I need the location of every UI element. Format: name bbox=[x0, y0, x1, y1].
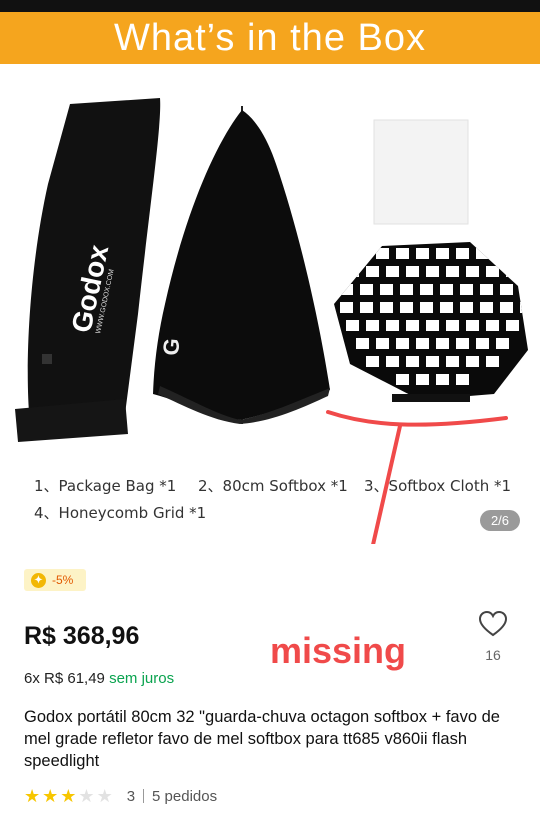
product-image[interactable]: Godox WWW.GODOX.COM G 1、Package Bag *1 2… bbox=[0, 64, 540, 616]
package-bag-illustration: Godox WWW.GODOX.COM bbox=[15, 98, 161, 442]
rating-divider bbox=[143, 788, 145, 803]
image-counter: 2/6 bbox=[480, 510, 520, 531]
star-empty-icon: ★ bbox=[96, 786, 113, 806]
banner-title: What’s in the Box bbox=[113, 16, 426, 59]
star-empty-icon: ★ bbox=[78, 786, 95, 806]
rating-row[interactable]: ★ ★ ★ ★ ★ 3 5 pedidos bbox=[24, 787, 217, 805]
missing-annotation: missing bbox=[270, 630, 407, 671]
star-icon: ★ bbox=[24, 786, 41, 806]
star-icon: ★ bbox=[42, 786, 59, 806]
softbox-umbrella-illustration: G bbox=[153, 106, 330, 424]
star-icon: ★ bbox=[60, 786, 77, 806]
status-bar bbox=[0, 0, 540, 12]
rating-summary: 3 5 pedidos bbox=[127, 788, 217, 805]
wishlist-button[interactable]: 16 bbox=[476, 610, 510, 663]
discount-text: -5% bbox=[52, 573, 74, 587]
rating-score: 3 bbox=[126, 787, 136, 805]
coin-icon: ✦ bbox=[31, 572, 46, 588]
box-contents-illustration: Godox WWW.GODOX.COM G bbox=[15, 98, 528, 616]
svg-text:G: G bbox=[158, 337, 184, 356]
honeycomb-grid-illustration bbox=[334, 242, 528, 402]
installments-amount: 6x R$ 61,49 bbox=[24, 670, 105, 687]
caption-package-bag: 1、Package Bag *1 bbox=[34, 477, 177, 495]
softbox-cloth-illustration bbox=[373, 119, 469, 225]
installments: 6x R$ 61,49 sem juros bbox=[24, 670, 174, 687]
caption-honeycomb-grid: 4、Honeycomb Grid *1 bbox=[34, 504, 207, 522]
box-banner: What’s in the Box bbox=[0, 12, 540, 64]
product-price: R$ 368,96 bbox=[24, 622, 140, 650]
product-title: Godox portátil 80cm 32 "guarda-chuva oct… bbox=[24, 708, 500, 770]
caption-softbox: 2、80cm Softbox *1 bbox=[198, 477, 348, 495]
heart-icon bbox=[478, 610, 508, 637]
caption-softbox-cloth: 3、Softbox Cloth *1 bbox=[364, 477, 512, 495]
order-count: 5 pedidos bbox=[152, 787, 218, 805]
discount-badge: ✦ -5% bbox=[24, 569, 86, 591]
installments-interest-free: sem juros bbox=[109, 670, 175, 687]
wishlist-count: 16 bbox=[485, 647, 501, 663]
